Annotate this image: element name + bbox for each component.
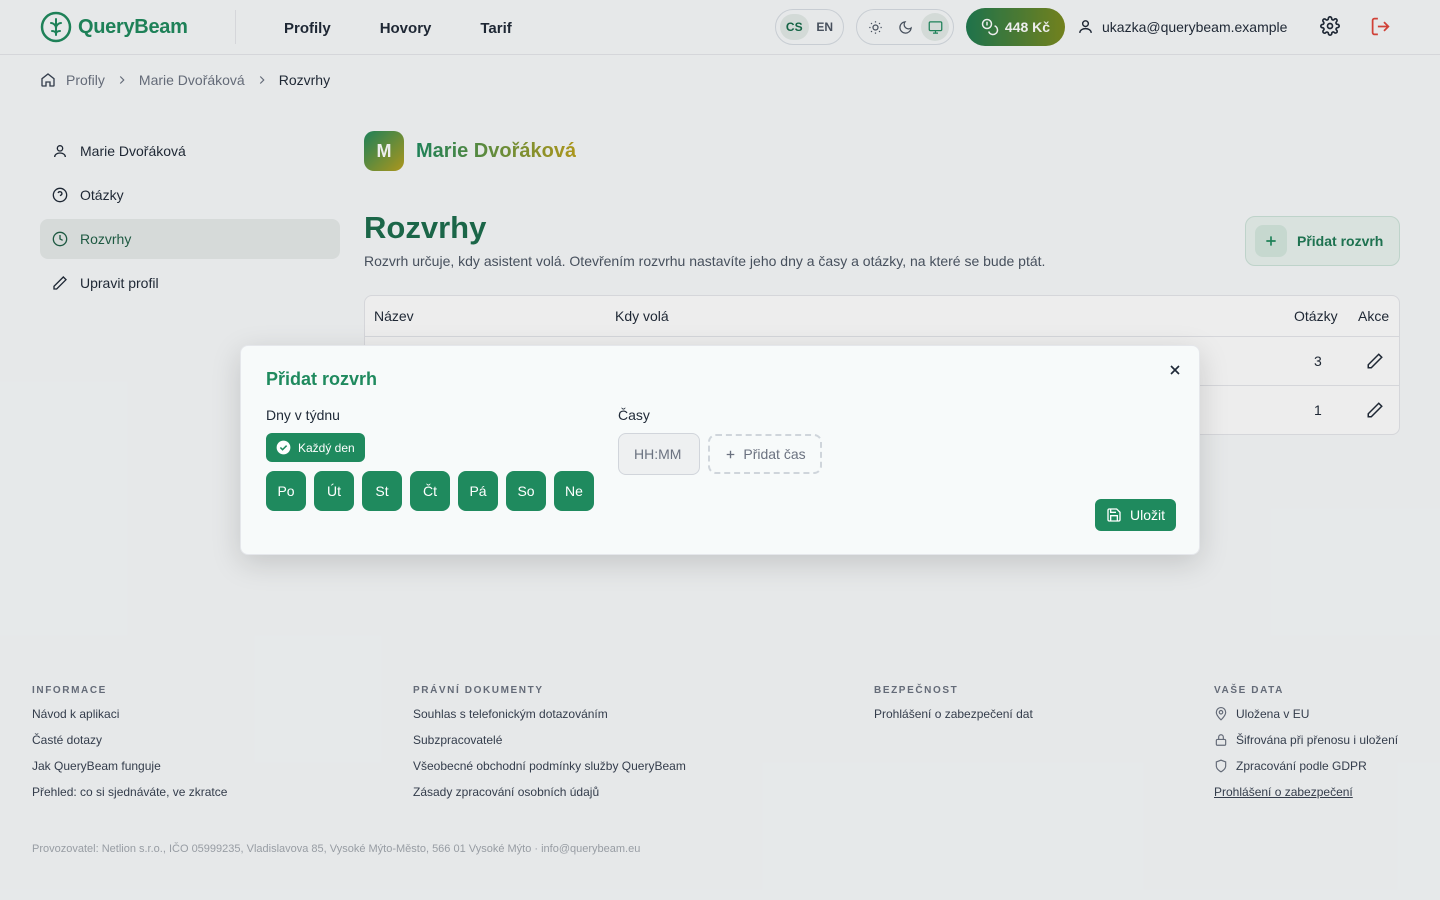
save-icon [1107, 508, 1121, 522]
every-day-toggle[interactable]: Každý den [266, 433, 365, 462]
every-day-label: Každý den [298, 440, 355, 455]
plus-icon [727, 450, 735, 458]
day-button-st[interactable]: St [362, 471, 402, 511]
modal-title: Přidat rozvrh [266, 369, 378, 389]
day-button-ct[interactable]: Čt [410, 471, 450, 511]
save-label: Uložit [1129, 507, 1165, 523]
day-button-pa[interactable]: Pá [458, 471, 498, 511]
times-label: Časy [618, 407, 650, 423]
save-button[interactable]: Uložit [1095, 499, 1176, 531]
days-label: Dny v týdnu [266, 407, 340, 423]
close-button[interactable] [1167, 362, 1183, 383]
close-icon [1170, 365, 1180, 375]
weekday-selector: Po Út St Čt Pá So Ne [266, 471, 594, 511]
day-button-ut[interactable]: Út [314, 471, 354, 511]
day-button-ne[interactable]: Ne [554, 471, 594, 511]
day-button-so[interactable]: So [506, 471, 546, 511]
add-time-button[interactable]: Přidat čas [708, 434, 822, 474]
add-time-label: Přidat čas [743, 446, 806, 462]
day-button-po[interactable]: Po [266, 471, 306, 511]
time-input[interactable] [618, 433, 700, 475]
add-schedule-modal: Přidat rozvrh Dny v týdnu Každý den Po Ú… [240, 345, 1200, 555]
check-circle-icon [276, 440, 291, 455]
